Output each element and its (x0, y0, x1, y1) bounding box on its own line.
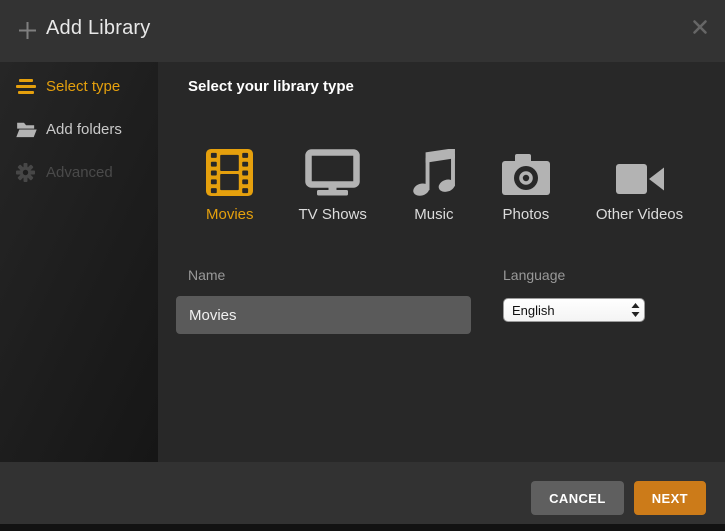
list-lines-icon (16, 79, 38, 94)
library-details-form: Name Language English (176, 267, 645, 334)
gear-icon (16, 163, 38, 182)
name-label: Name (188, 267, 471, 285)
tv-icon (305, 148, 360, 196)
film-strip-icon (206, 148, 253, 196)
library-type-label: Movies (206, 206, 254, 223)
sidebar-item-advanced[interactable]: Advanced (0, 151, 158, 194)
wizard-steps-sidebar: Select type Add folders (0, 62, 158, 462)
library-type-label: Other Videos (596, 206, 683, 223)
language-label: Language (503, 267, 645, 285)
close-icon[interactable] (692, 19, 708, 35)
folder-icon (16, 121, 38, 138)
plus-icon (18, 21, 37, 40)
library-type-photos[interactable]: Photos (501, 148, 551, 223)
library-type-label: TV Shows (299, 206, 367, 223)
library-type-other-videos[interactable]: Other Videos (596, 148, 683, 223)
language-field-group: Language English (503, 267, 645, 322)
music-note-icon (412, 148, 456, 196)
panel-heading: Select your library type (188, 78, 354, 95)
library-type-music[interactable]: Music (412, 148, 456, 223)
next-button[interactable]: NEXT (634, 481, 706, 515)
cancel-button[interactable]: CANCEL (531, 481, 624, 515)
library-type-tv-shows[interactable]: TV Shows (299, 148, 367, 223)
library-type-movies[interactable]: Movies (206, 148, 254, 223)
library-type-label: Music (414, 206, 453, 223)
library-name-input[interactable] (176, 296, 471, 334)
sidebar-item-select-type[interactable]: Select type (0, 65, 158, 108)
dialog-title: Add Library (46, 17, 150, 40)
library-type-row: Movies TV Shows (206, 148, 683, 223)
camera-icon (501, 148, 551, 196)
language-select[interactable]: English (503, 298, 645, 322)
dialog-bottom-edge (0, 524, 725, 531)
name-field-group: Name (176, 267, 471, 334)
sidebar-item-add-folders[interactable]: Add folders (0, 108, 158, 151)
library-type-label: Photos (503, 206, 550, 223)
updown-arrows-icon (626, 303, 644, 317)
dialog-header: Add Library (0, 0, 725, 62)
language-selected-value: English (504, 303, 626, 318)
dialog-footer: CANCEL NEXT (0, 462, 725, 524)
select-type-panel: Select your library type (158, 62, 725, 462)
add-library-dialog: Add Library Select type Add folders (0, 0, 725, 531)
video-camera-icon (615, 148, 665, 196)
footer-buttons: CANCEL NEXT (531, 481, 706, 515)
dialog-body: Select type Add folders (0, 62, 725, 462)
sidebar-item-label: Select type (46, 78, 120, 95)
sidebar-item-label: Advanced (46, 164, 113, 181)
sidebar-item-label: Add folders (46, 121, 122, 138)
